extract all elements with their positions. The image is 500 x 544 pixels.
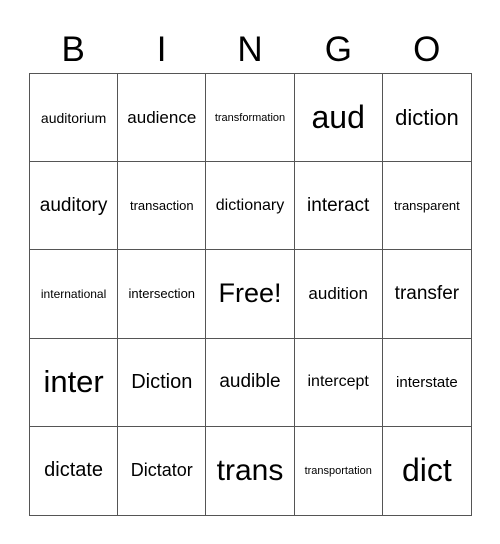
bingo-cell[interactable]: diction [382,74,471,163]
bingo-cell[interactable]: auditory [30,162,119,251]
bingo-header: B I N G O [29,28,471,72]
bingo-cell[interactable]: intersection [118,250,207,339]
bingo-cell[interactable]: transaction [118,162,207,251]
bingo-cell[interactable]: transfer [382,250,471,339]
header-letter-o: O [413,30,441,69]
bingo-cell[interactable]: audible [206,338,295,427]
bingo-cell[interactable]: interact [294,162,383,251]
bingo-cell[interactable]: Dictator [118,426,207,515]
bingo-cell[interactable]: auditorium [30,74,119,163]
bingo-cell[interactable]: dictate [30,426,119,515]
bingo-cell[interactable]: aud [294,74,383,163]
bingo-cell[interactable]: transportation [295,426,383,515]
header-letter-g: G [324,30,352,69]
bingo-cell[interactable]: Diction [118,338,207,427]
bingo-cell[interactable]: interstate [382,339,471,427]
bingo-cell[interactable]: audience [118,74,207,163]
bingo-cell[interactable]: dictionary [206,162,295,251]
header-letter-i: I [156,30,167,69]
bingo-cell[interactable]: transformation [206,74,295,163]
free-space-cell[interactable]: Free! [206,250,295,339]
bingo-cell[interactable]: dict [383,427,471,515]
header-letter-n: N [237,30,263,69]
bingo-cell[interactable]: trans [206,426,295,515]
bingo-cell[interactable]: transparent [382,162,471,251]
bingo-grid: auditorium audience transformation aud dicti… [29,73,472,516]
header-letter-b: B [61,30,85,69]
bingo-cell[interactable]: international [30,250,119,339]
bingo-cell[interactable]: audition [294,250,383,339]
bingo-cell[interactable]: intercept [294,338,383,427]
bingo-cell[interactable]: inter [30,338,119,427]
